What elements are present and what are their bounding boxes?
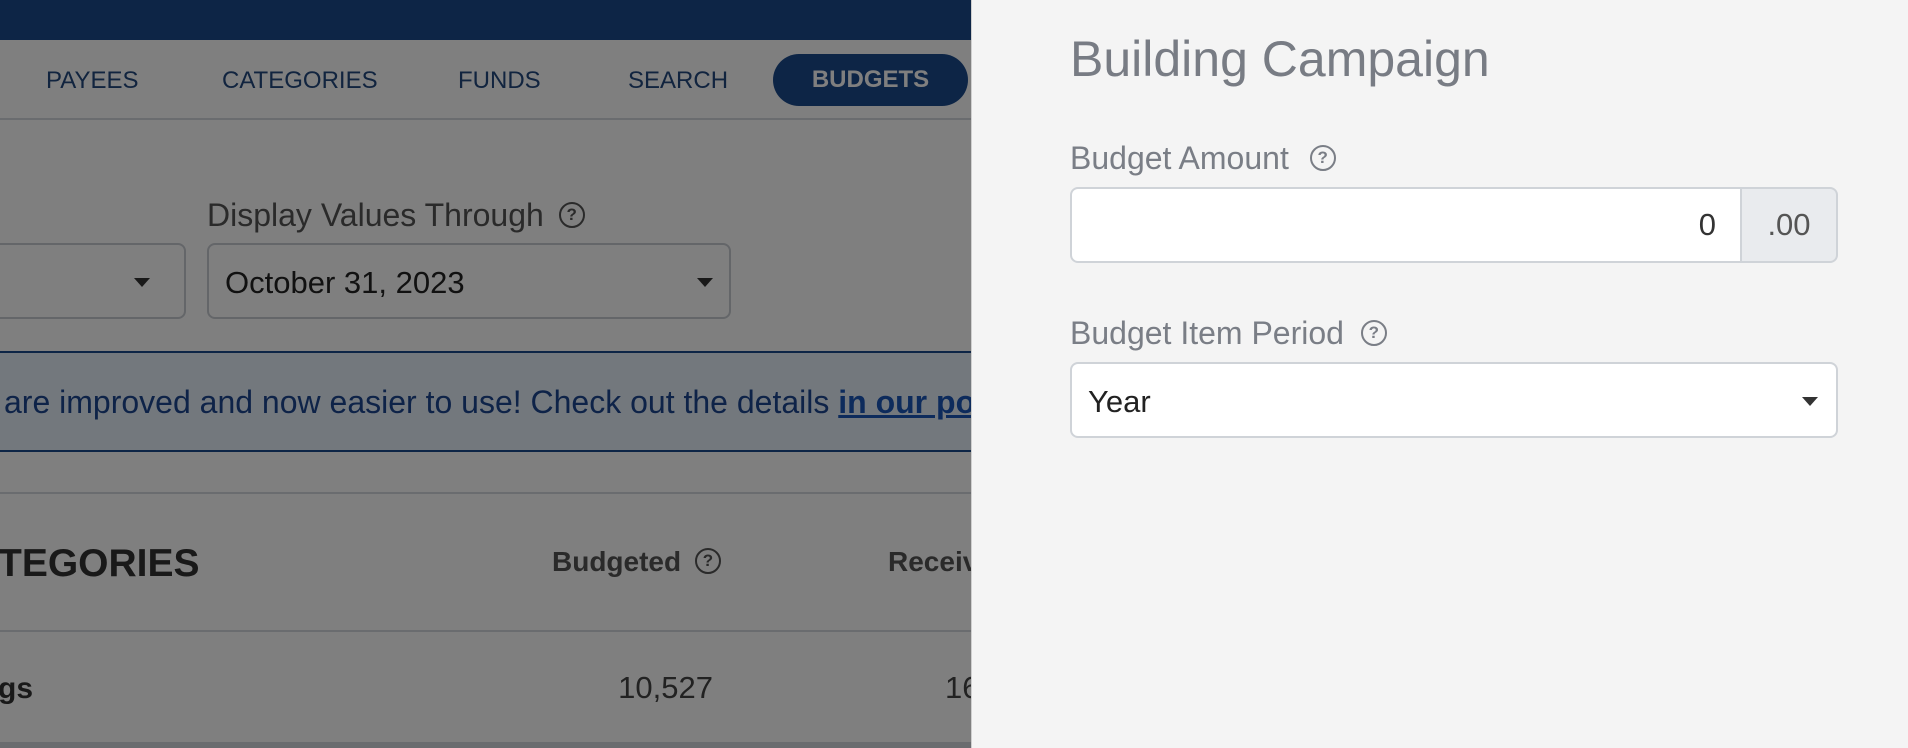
budget-item-period-select[interactable]: Year: [1070, 362, 1838, 438]
chevron-down-icon: [1802, 397, 1818, 406]
help-icon[interactable]: ?: [1309, 144, 1336, 171]
budget-item-period-label: Budget Item Period ?: [1070, 315, 1387, 352]
period-value: Year: [1088, 384, 1151, 419]
budget-amount-input[interactable]: [1070, 187, 1742, 263]
panel-title: Building Campaign: [1070, 31, 1490, 87]
budget-item-panel: Building Campaign Budget Amount ? .00 Bu…: [971, 0, 1908, 748]
budget-amount-label: Budget Amount ?: [1070, 140, 1336, 177]
help-icon[interactable]: ?: [1360, 319, 1387, 346]
cents-addon: .00: [1742, 187, 1838, 263]
